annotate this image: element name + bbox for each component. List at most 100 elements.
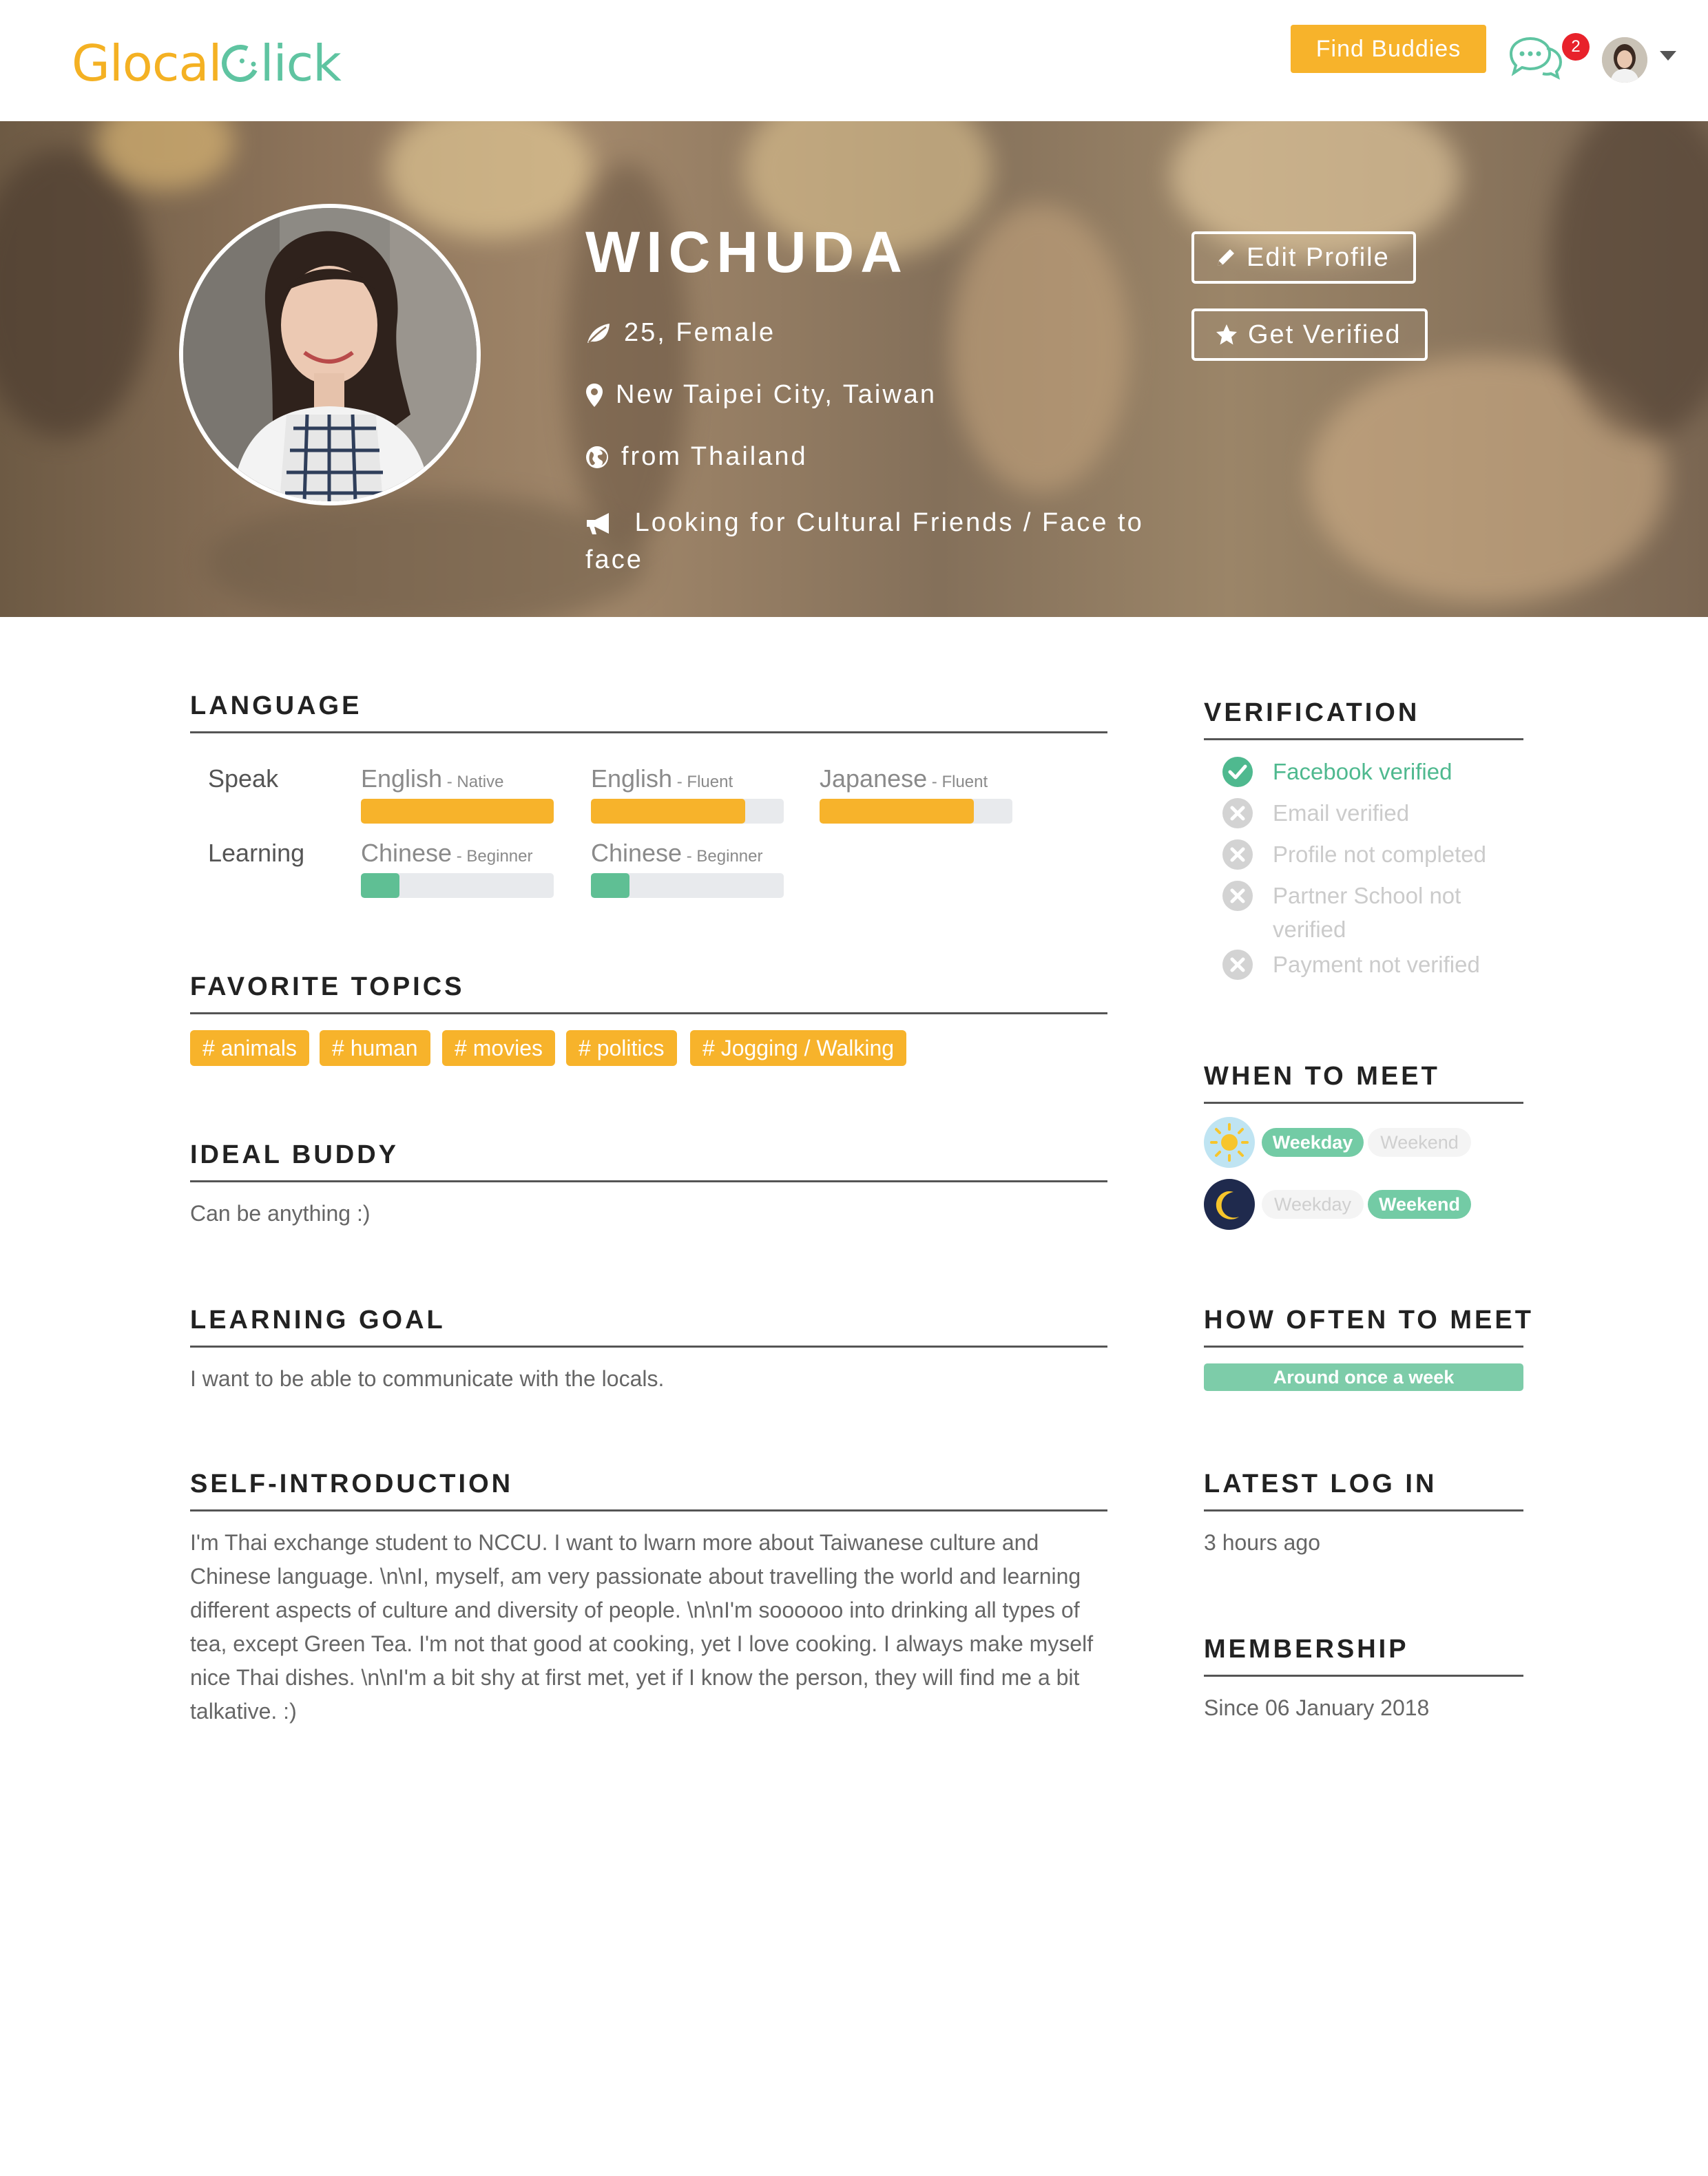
profile-photo bbox=[179, 204, 481, 505]
learning-language-item: Chinese - Beginner bbox=[361, 839, 554, 898]
ideal-buddy-section-title: IDEAL BUDDY bbox=[190, 1140, 399, 1169]
notification-badge: 2 bbox=[1562, 33, 1590, 61]
x-circle-icon bbox=[1222, 881, 1253, 911]
topic-tag[interactable]: # movies bbox=[442, 1030, 556, 1066]
when-to-meet-section-title: WHEN TO MEET bbox=[1204, 1062, 1440, 1091]
language-progress-fill bbox=[361, 873, 399, 898]
language-progress-bar bbox=[361, 873, 554, 898]
language-name: English bbox=[591, 764, 673, 793]
profile-hero-banner: WICHUDA 25, Female New Taipei City, Taiw… bbox=[0, 121, 1708, 617]
language-name: Chinese bbox=[361, 839, 452, 867]
membership-text: Since 06 January 2018 bbox=[1204, 1695, 1430, 1720]
verification-label: Partner School not verified bbox=[1273, 883, 1461, 942]
topic-tag[interactable]: # politics bbox=[566, 1030, 677, 1066]
profile-name: WICHUDA bbox=[585, 220, 908, 284]
how-often-section-title: HOW OFTEN TO MEET bbox=[1204, 1306, 1534, 1335]
logo-text-glocal: Glocal bbox=[72, 34, 222, 92]
x-circle-icon bbox=[1222, 839, 1253, 870]
top-navbar: Glocal lick Find Buddies 2 bbox=[0, 0, 1708, 121]
latest-login-text: 3 hours ago bbox=[1204, 1530, 1321, 1555]
pencil-icon bbox=[1218, 249, 1234, 266]
check-circle-icon bbox=[1222, 757, 1253, 787]
logo-smile-c-icon bbox=[216, 39, 264, 87]
language-level: - Fluent bbox=[927, 773, 988, 791]
verification-label: Email verified bbox=[1273, 800, 1410, 826]
language-progress-bar bbox=[361, 799, 554, 824]
language-progress-bar bbox=[591, 799, 784, 824]
verification-label: Payment not verified bbox=[1273, 952, 1480, 977]
topic-tag[interactable]: # human bbox=[320, 1030, 430, 1066]
location-text: New Taipei City, Taiwan bbox=[616, 380, 937, 409]
chat-icon[interactable] bbox=[1507, 34, 1563, 80]
verification-divider bbox=[1204, 738, 1523, 740]
x-circle-icon bbox=[1222, 950, 1253, 980]
latest-login-section-title: LATEST LOG IN bbox=[1204, 1469, 1437, 1498]
verification-partner-school: Partner School not verified bbox=[1222, 879, 1497, 946]
membership-divider bbox=[1204, 1675, 1523, 1677]
language-level: - Beginner bbox=[682, 847, 763, 866]
night-weekday-pill: Weekday bbox=[1262, 1190, 1364, 1219]
membership-section-title: MEMBERSHIP bbox=[1204, 1635, 1409, 1664]
learning-goal-text: I want to be able to communicate with th… bbox=[190, 1366, 665, 1391]
verification-email: Email verified bbox=[1222, 796, 1511, 830]
logo[interactable]: Glocal lick bbox=[72, 30, 342, 96]
language-progress-fill bbox=[820, 799, 974, 824]
language-level: - Native bbox=[442, 773, 504, 791]
origin-row: from Thailand bbox=[585, 442, 808, 472]
user-avatar[interactable] bbox=[1602, 37, 1647, 83]
language-name: Chinese bbox=[591, 839, 683, 867]
topic-tag[interactable]: # Jogging / Walking bbox=[690, 1030, 907, 1066]
self-introduction-divider bbox=[190, 1509, 1107, 1511]
speak-language-item: English - Native bbox=[361, 764, 554, 824]
speak-language-item: English - Fluent bbox=[591, 764, 784, 824]
looking-for-row: Looking for Cultural Friends / Face to f… bbox=[585, 504, 1150, 578]
edit-profile-label: Edit Profile bbox=[1247, 242, 1390, 272]
language-progress-fill bbox=[361, 799, 554, 824]
get-verified-label: Get Verified bbox=[1248, 320, 1402, 349]
topic-tag[interactable]: # animals bbox=[190, 1030, 309, 1066]
learning-language-item: Chinese - Beginner bbox=[591, 839, 784, 898]
age-gender-row: 25, Female bbox=[585, 318, 775, 348]
map-pin-icon bbox=[586, 383, 603, 407]
latest-login-divider bbox=[1204, 1509, 1523, 1511]
moon-icon bbox=[1204, 1179, 1255, 1230]
sun-icon bbox=[1204, 1117, 1255, 1168]
language-progress-bar bbox=[591, 873, 784, 898]
get-verified-button[interactable]: Get Verified bbox=[1191, 308, 1428, 361]
favorite-topics-section-title: FAVORITE TOPICS bbox=[190, 972, 465, 1001]
ideal-buddy-text: Can be anything :) bbox=[190, 1201, 371, 1226]
ideal-buddy-divider bbox=[190, 1180, 1107, 1182]
origin-text: from Thailand bbox=[621, 442, 808, 471]
meet-frequency-bar: Around once a week bbox=[1204, 1363, 1523, 1391]
edit-profile-button[interactable]: Edit Profile bbox=[1191, 231, 1416, 284]
globe-icon bbox=[586, 446, 608, 468]
language-section-title: LANGUAGE bbox=[190, 691, 362, 720]
language-level: - Fluent bbox=[672, 773, 733, 791]
favorite-topics-divider bbox=[190, 1012, 1107, 1014]
self-introduction-text: I'm Thai exchange student to NCCU. I wan… bbox=[190, 1530, 1094, 1724]
looking-for-text: Looking for Cultural Friends / Face to f… bbox=[585, 508, 1144, 574]
logo-text-click: lick bbox=[216, 34, 342, 92]
language-progress-bar bbox=[820, 799, 1012, 824]
verification-payment: Payment not verified bbox=[1222, 948, 1511, 981]
megaphone-icon bbox=[587, 513, 609, 534]
language-name: English bbox=[361, 764, 443, 793]
how-often-divider bbox=[1204, 1346, 1523, 1348]
language-progress-fill bbox=[591, 873, 629, 898]
find-buddies-button[interactable]: Find Buddies bbox=[1291, 25, 1486, 73]
location-row: New Taipei City, Taiwan bbox=[585, 380, 937, 410]
star-icon bbox=[1216, 324, 1237, 345]
account-dropdown-caret-icon[interactable] bbox=[1660, 51, 1676, 61]
verification-label: Facebook verified bbox=[1273, 759, 1452, 784]
day-weekend-pill: Weekend bbox=[1368, 1128, 1471, 1157]
learning-goal-section-title: LEARNING GOAL bbox=[190, 1306, 446, 1335]
language-divider bbox=[190, 731, 1107, 733]
self-introduction-section-title: SELF-INTRODUCTION bbox=[190, 1469, 514, 1498]
when-to-meet-divider bbox=[1204, 1102, 1523, 1104]
day-weekday-pill: Weekday bbox=[1262, 1128, 1364, 1157]
verification-facebook: Facebook verified bbox=[1222, 755, 1511, 788]
learning-goal-divider bbox=[190, 1346, 1107, 1348]
language-level: - Beginner bbox=[452, 847, 533, 866]
speak-label: Speak bbox=[208, 764, 279, 793]
logo-text-lick: lick bbox=[260, 34, 342, 92]
